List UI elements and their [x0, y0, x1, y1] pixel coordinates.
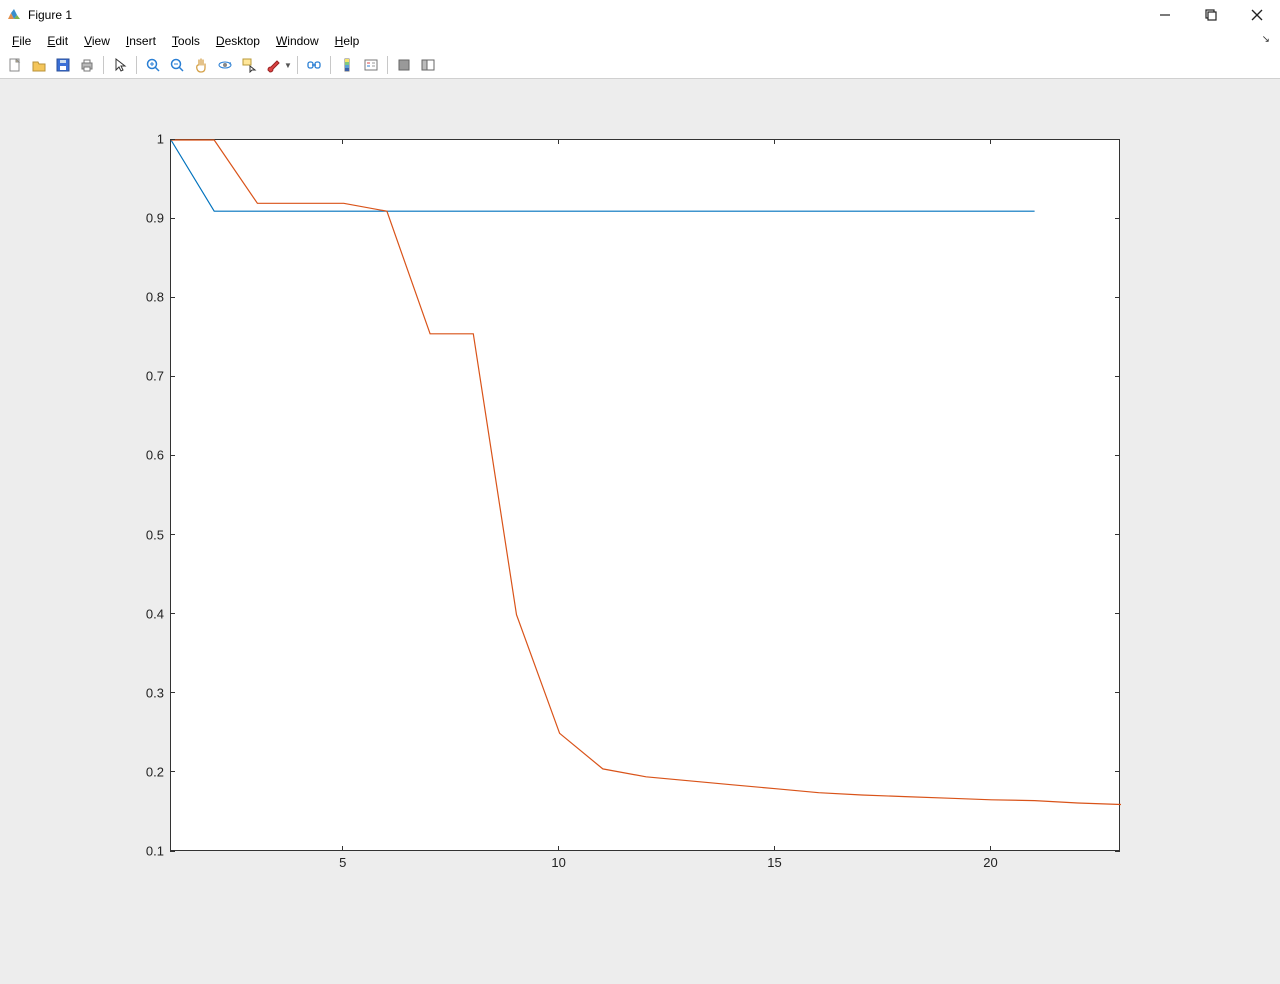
toolbar-separator — [330, 56, 331, 74]
legend-button[interactable] — [360, 54, 382, 76]
y-tick-label: 1 — [124, 132, 164, 147]
rotate-3d-button[interactable] — [214, 54, 236, 76]
x-tick-label: 20 — [970, 855, 1010, 870]
y-tick-mark — [1115, 613, 1120, 614]
y-tick-mark — [170, 455, 175, 456]
hide-tools-button[interactable] — [393, 54, 415, 76]
toolbar-chevron-icon[interactable]: ↘ — [1262, 34, 1270, 45]
menu-insert[interactable]: Insert — [118, 32, 164, 50]
menu-window[interactable]: Window — [268, 32, 327, 50]
close-button[interactable] — [1234, 0, 1280, 30]
data-cursor-button[interactable] — [238, 54, 260, 76]
y-tick-mark — [170, 771, 175, 772]
menu-view[interactable]: View — [76, 32, 118, 50]
y-tick-label: 0.5 — [124, 527, 164, 542]
toolbar-separator — [297, 56, 298, 74]
y-tick-label: 0.7 — [124, 369, 164, 384]
maximize-button[interactable] — [1188, 0, 1234, 30]
figure-canvas[interactable]: 0.10.20.30.40.50.60.70.80.915101520 — [0, 79, 1280, 984]
plot-lines — [171, 140, 1121, 852]
y-tick-mark — [170, 851, 175, 852]
y-tick-label: 0.9 — [124, 211, 164, 226]
x-tick-mark — [342, 139, 343, 144]
y-tick-mark — [170, 297, 175, 298]
y-tick-mark — [170, 376, 175, 377]
y-tick-label: 0.2 — [124, 764, 164, 779]
series-series2 — [171, 140, 1121, 805]
window-controls — [1142, 0, 1280, 30]
print-button[interactable] — [76, 54, 98, 76]
toolbar-separator — [387, 56, 388, 74]
menu-file[interactable]: File — [4, 32, 39, 50]
y-tick-mark — [170, 534, 175, 535]
x-tick-label: 5 — [323, 855, 363, 870]
y-tick-label: 0.1 — [124, 844, 164, 859]
x-tick-mark — [774, 139, 775, 144]
toolbar: ▼ — [0, 52, 1280, 79]
y-tick-label: 0.4 — [124, 606, 164, 621]
brush-button[interactable] — [262, 54, 284, 76]
series-series1 — [171, 140, 1035, 211]
minimize-button[interactable] — [1142, 0, 1188, 30]
menu-help[interactable]: Help — [327, 32, 368, 50]
dock-button[interactable] — [417, 54, 439, 76]
x-tick-mark — [990, 139, 991, 144]
x-tick-mark — [774, 846, 775, 851]
zoom-out-button[interactable] — [166, 54, 188, 76]
y-tick-mark — [1115, 218, 1120, 219]
toolbar-separator — [136, 56, 137, 74]
menu-edit[interactable]: Edit — [39, 32, 76, 50]
zoom-in-button[interactable] — [142, 54, 164, 76]
axes[interactable] — [170, 139, 1120, 851]
save-button[interactable] — [52, 54, 74, 76]
y-tick-label: 0.3 — [124, 685, 164, 700]
y-tick-mark — [1115, 692, 1120, 693]
y-tick-mark — [1115, 534, 1120, 535]
x-tick-label: 15 — [755, 855, 795, 870]
x-tick-mark — [558, 139, 559, 144]
menu-tools[interactable]: Tools — [164, 32, 208, 50]
y-tick-label: 0.6 — [124, 448, 164, 463]
link-plots-button[interactable] — [303, 54, 325, 76]
y-tick-mark — [170, 613, 175, 614]
menu-desktop[interactable]: Desktop — [208, 32, 268, 50]
window-title: Figure 1 — [28, 8, 72, 22]
x-tick-mark — [342, 846, 343, 851]
menu-bar: File Edit View Insert Tools Desktop Wind… — [0, 30, 1280, 52]
brush-dropdown-icon[interactable]: ▼ — [284, 61, 292, 70]
y-tick-mark — [170, 218, 175, 219]
y-tick-mark — [1115, 297, 1120, 298]
y-tick-mark — [1115, 771, 1120, 772]
y-tick-mark — [170, 692, 175, 693]
edit-pointer-button[interactable] — [109, 54, 131, 76]
y-tick-mark — [1115, 455, 1120, 456]
x-tick-mark — [558, 846, 559, 851]
y-tick-mark — [1115, 376, 1120, 377]
y-tick-mark — [1115, 851, 1120, 852]
colorbar-button[interactable] — [336, 54, 358, 76]
toolbar-separator — [103, 56, 104, 74]
x-tick-mark — [990, 846, 991, 851]
app-icon — [6, 7, 22, 23]
y-tick-mark — [170, 139, 175, 140]
x-tick-label: 10 — [539, 855, 579, 870]
open-button[interactable] — [28, 54, 50, 76]
y-tick-label: 0.8 — [124, 290, 164, 305]
new-figure-button[interactable] — [4, 54, 26, 76]
title-bar: Figure 1 — [0, 0, 1280, 30]
pan-button[interactable] — [190, 54, 212, 76]
y-tick-mark — [1115, 139, 1120, 140]
